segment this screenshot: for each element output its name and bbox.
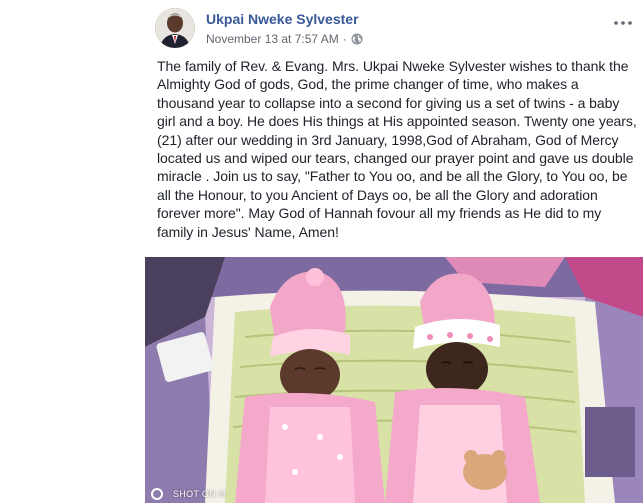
camera-icon [151,488,163,500]
meta-separator: · [342,32,347,46]
facebook-post: Ukpai Nweke Sylvester November 13 at 7:5… [0,0,643,503]
author-name-link[interactable]: Ukpai Nweke Sylvester [206,11,359,27]
post-timestamp[interactable]: November 13 at 7:57 AM [206,32,339,46]
post-text: The family of Rev. & Evang. Mrs. Ukpai N… [157,58,637,240]
photo-watermark: SHOT ON H [151,488,226,500]
post-photo[interactable]: SHOT ON H [145,257,643,503]
post-header: Ukpai Nweke Sylvester November 13 at 7:5… [155,6,643,52]
post-meta: November 13 at 7:57 AM · [206,32,363,46]
more-options-icon[interactable] [611,16,635,30]
twins-photo-image [145,257,643,503]
globe-icon[interactable] [351,33,363,45]
watermark-text: SHOT ON H [173,489,226,499]
avatar-image [155,8,195,48]
author-avatar[interactable] [155,8,195,48]
